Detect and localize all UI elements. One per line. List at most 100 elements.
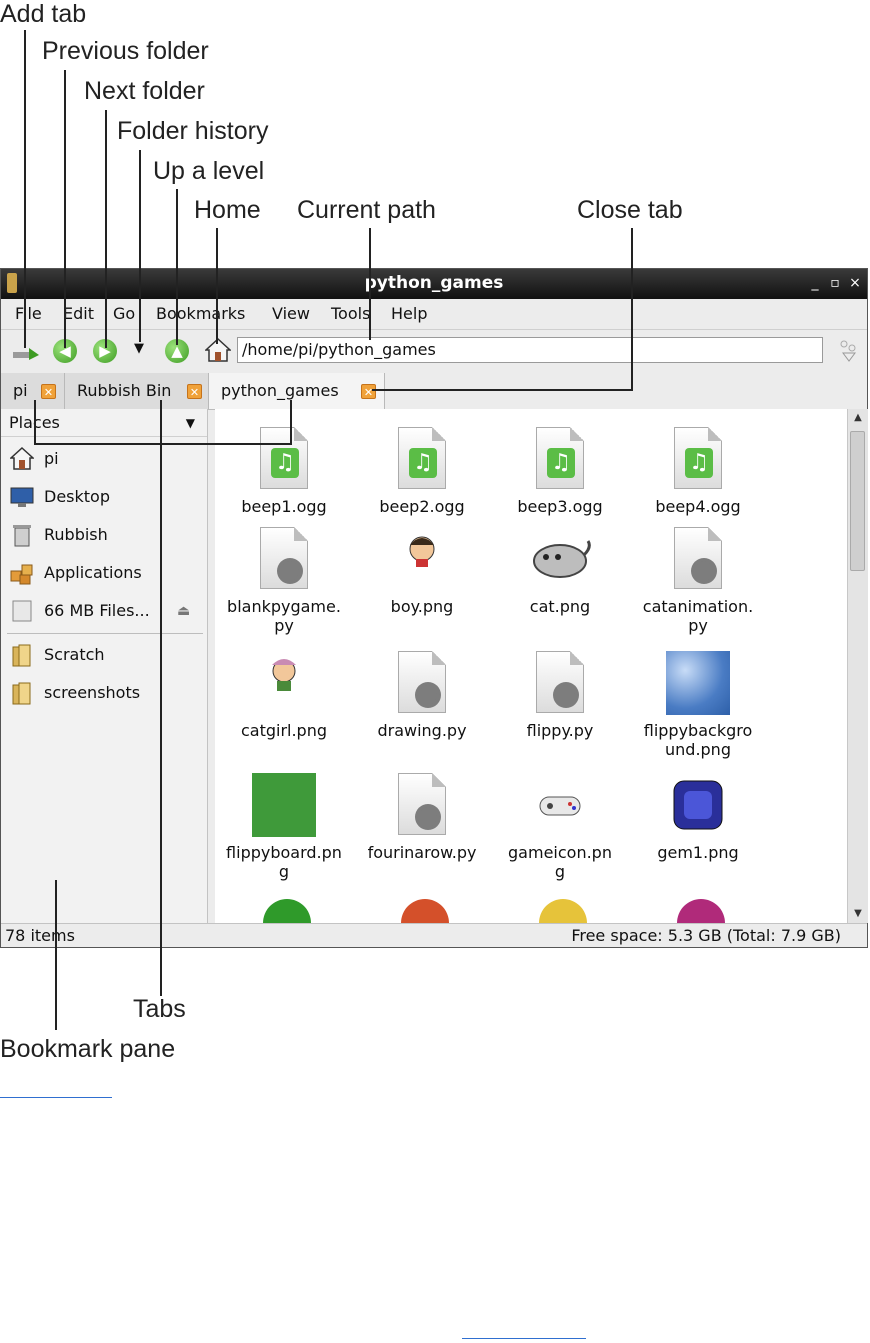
file-name: fourinarow.py xyxy=(367,843,477,862)
file-name: cat.png xyxy=(529,597,591,616)
file-name: flippyboard.pn g xyxy=(226,843,342,881)
trash-icon xyxy=(13,525,31,547)
folder-history-button[interactable]: ▼ xyxy=(134,341,144,356)
menu-file[interactable]: File xyxy=(15,304,42,323)
scroll-down-icon[interactable]: ▼ xyxy=(848,905,868,923)
leader-home xyxy=(216,228,218,344)
sidebar-divider xyxy=(7,633,203,634)
menu-bookmarks[interactable]: Bookmarks xyxy=(156,304,245,323)
sidebar-item-desktop[interactable]: Desktop xyxy=(1,479,207,515)
leader-close-tab-vertical xyxy=(631,228,633,390)
tab-label: python_games xyxy=(221,381,339,400)
sidebar-item-rubbish[interactable]: Rubbish xyxy=(1,517,207,553)
file-name: beep2.ogg xyxy=(379,497,465,516)
file-item[interactable]: gameicon.pn g xyxy=(485,773,635,881)
file-item[interactable]: cat.png xyxy=(485,527,635,616)
callout-bookmark-pane: Bookmark pane xyxy=(0,1035,176,1063)
menu-bar: File Edit Go Bookmarks View Tools Help xyxy=(1,299,867,330)
title-bar: python_games _ ▫ × xyxy=(1,269,867,299)
file-thumbnail: ♫ xyxy=(666,427,730,491)
file-item[interactable]: flippyboard.pn g xyxy=(215,773,359,881)
eject-icon[interactable]: ⏏ xyxy=(177,593,190,629)
sidebar-item-screenshots[interactable]: screenshots xyxy=(1,675,207,711)
file-item[interactable]: ♫ beep3.ogg xyxy=(485,427,635,516)
bookmark-pane: Places ▼ pi Desktop Rubbish Applications… xyxy=(1,409,208,923)
file-item[interactable]: catgirl.png xyxy=(215,651,359,740)
file-item[interactable]: ♫ beep2.ogg xyxy=(347,427,497,516)
leader-tabs-right xyxy=(290,400,292,444)
tab-pi[interactable]: pi ✕ xyxy=(1,373,65,409)
file-name: beep3.ogg xyxy=(517,497,603,516)
go-button[interactable] xyxy=(835,337,861,363)
current-path-field[interactable]: /home/pi/python_games xyxy=(237,337,823,363)
menu-help[interactable]: Help xyxy=(391,304,427,323)
file-item[interactable]: catanimation. py xyxy=(623,527,773,635)
file-thumbnail xyxy=(252,651,316,715)
leader-add-tab xyxy=(24,30,26,348)
file-view: ♫ beep1.ogg ♫ beep2.ogg ♫ beep3.ogg ♫ beep4.ogg… xyxy=(215,409,847,923)
vertical-scrollbar[interactable]: ▲ ▼ xyxy=(847,409,868,923)
audio-file-icon: ♫ xyxy=(260,427,308,489)
close-tab-icon[interactable]: ✕ xyxy=(187,384,202,399)
file-item[interactable]: ♫ beep4.ogg xyxy=(623,427,773,516)
tab-label: pi xyxy=(13,381,28,400)
audio-file-icon: ♫ xyxy=(674,427,722,489)
file-item[interactable]: ♫ beep1.ogg xyxy=(215,427,359,516)
home-button[interactable] xyxy=(204,337,232,363)
menu-view[interactable]: View xyxy=(272,304,310,323)
sidebar-item-label: 66 MB Files... xyxy=(44,601,150,620)
file-item[interactable]: flippybackgro und.png xyxy=(623,651,773,759)
menu-edit[interactable]: Edit xyxy=(63,304,94,323)
file-thumbnail: ♫ xyxy=(528,427,592,491)
menu-tools[interactable]: Tools xyxy=(331,304,370,323)
gamepad-icon xyxy=(539,796,581,816)
file-thumbnail xyxy=(390,773,454,837)
leader-tabs-vertical xyxy=(160,400,162,996)
divider-line xyxy=(0,1097,112,1098)
audio-file-icon: ♫ xyxy=(536,427,584,489)
cat-image-icon xyxy=(533,540,591,578)
tab-python-games[interactable]: python_games ✕ xyxy=(209,373,385,409)
green-gem-partial xyxy=(263,899,311,923)
maximize-button[interactable]: ▫ xyxy=(827,274,843,292)
go-icon xyxy=(840,340,856,362)
add-tab-button[interactable] xyxy=(13,345,39,360)
tab-rubbish-bin[interactable]: Rubbish Bin ✕ xyxy=(65,373,209,409)
sidebar-item-files-drive[interactable]: 66 MB Files... ⏏ xyxy=(1,593,207,629)
close-tab-icon[interactable]: ✕ xyxy=(361,384,376,399)
file-item[interactable]: boy.png xyxy=(347,527,497,616)
close-tab-icon[interactable]: ✕ xyxy=(41,384,56,399)
file-name: beep4.ogg xyxy=(655,497,741,516)
file-thumbnail xyxy=(666,773,730,837)
python-script-icon xyxy=(260,527,308,589)
sidebar-item-pi[interactable]: pi xyxy=(1,441,207,477)
places-dropdown[interactable]: Places ▼ xyxy=(1,409,207,437)
sidebar-item-label: pi xyxy=(44,449,59,468)
file-item[interactable]: fourinarow.py xyxy=(347,773,497,862)
file-item[interactable]: blankpygame. py xyxy=(215,527,359,635)
file-item[interactable]: gem1.png xyxy=(623,773,773,862)
file-thumbnail xyxy=(666,527,730,591)
file-thumbnail xyxy=(252,773,316,837)
scroll-up-icon[interactable]: ▲ xyxy=(848,409,868,427)
drive-icon xyxy=(12,600,32,622)
sidebar-item-scratch[interactable]: Scratch xyxy=(1,637,207,673)
chevron-down-icon: ▼ xyxy=(185,416,195,430)
callout-next-folder: Next folder xyxy=(84,77,205,105)
minimize-button[interactable]: _ xyxy=(807,274,823,292)
file-item[interactable]: flippy.py xyxy=(485,651,635,740)
scrollbar-thumb[interactable] xyxy=(850,431,865,571)
file-item[interactable]: drawing.py xyxy=(347,651,497,740)
menu-go[interactable]: Go xyxy=(113,304,135,323)
leader-bookmark-pane xyxy=(55,880,57,1030)
sidebar-item-applications[interactable]: Applications xyxy=(1,555,207,591)
leader-next-folder xyxy=(105,110,107,348)
green-board-image xyxy=(252,773,316,837)
sky-background-image xyxy=(666,651,730,715)
file-thumbnail: ♫ xyxy=(252,427,316,491)
file-name: catgirl.png xyxy=(240,721,328,740)
gem-image-icon xyxy=(673,780,723,830)
file-thumbnail xyxy=(528,773,592,837)
file-manager-window: python_games _ ▫ × File Edit Go Bookmark… xyxy=(0,268,868,948)
close-window-button[interactable]: × xyxy=(847,274,863,292)
